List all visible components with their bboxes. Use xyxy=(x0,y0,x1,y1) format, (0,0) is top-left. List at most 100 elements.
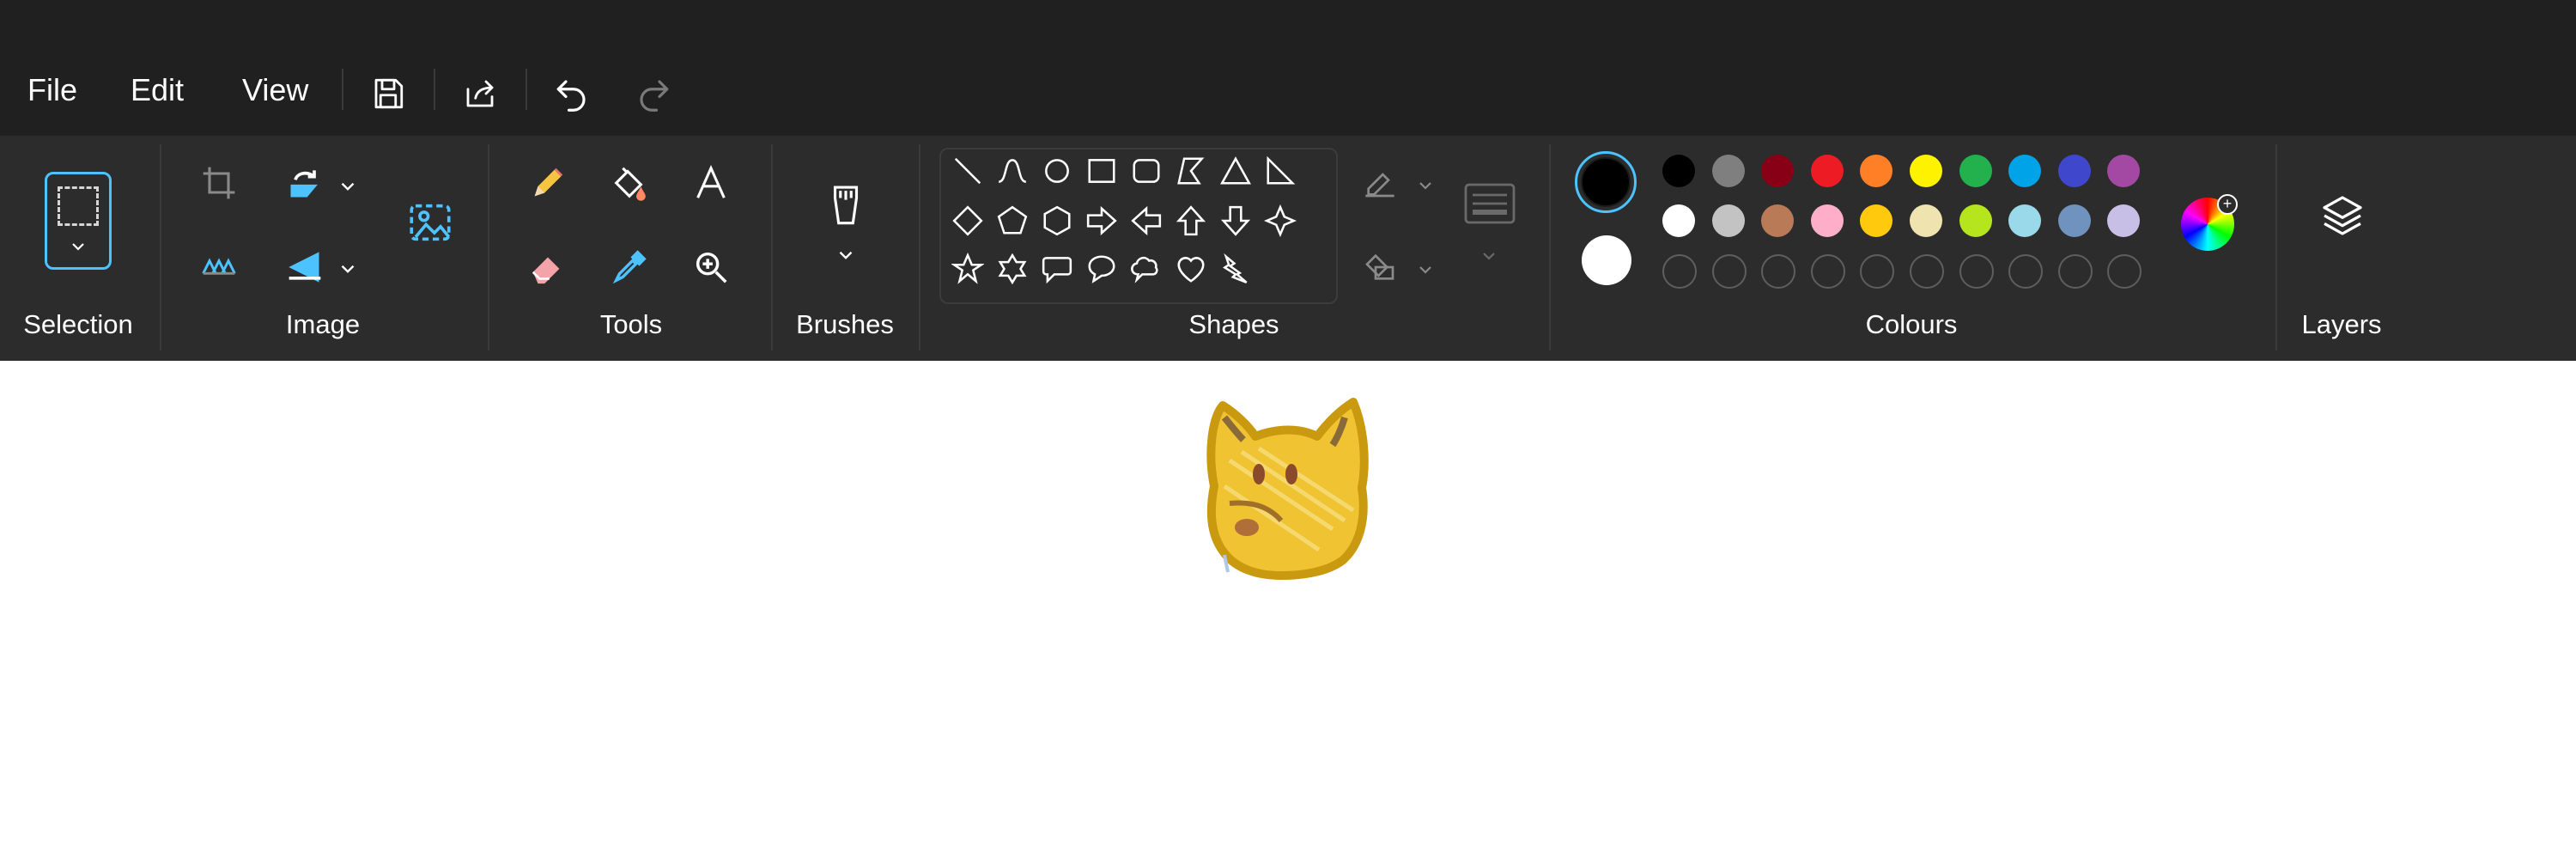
custom-colour-slot[interactable] xyxy=(1662,254,1697,289)
resize-icon[interactable] xyxy=(189,237,249,297)
up-arrow-shape-icon[interactable] xyxy=(1170,199,1212,242)
colour-swatch[interactable] xyxy=(1959,204,1992,237)
colours-group-label: Colours xyxy=(1865,309,1958,339)
rotate-icon[interactable] xyxy=(275,153,335,213)
crop-icon[interactable] xyxy=(189,153,249,213)
colour-swatch[interactable] xyxy=(1662,204,1695,237)
primary-colour-swatch xyxy=(1581,157,1631,207)
edit-menu[interactable]: Edit xyxy=(127,70,187,110)
custom-colour-slot[interactable] xyxy=(1810,254,1845,289)
colour-swatch[interactable] xyxy=(1910,204,1942,237)
colour-swatch[interactable] xyxy=(1810,155,1844,187)
menu-divider xyxy=(526,69,527,110)
custom-colour-slot[interactable] xyxy=(2008,254,2044,289)
eraser-icon[interactable] xyxy=(518,237,578,297)
colour-swatch[interactable] xyxy=(2057,204,2091,237)
colour-swatch[interactable] xyxy=(1711,155,1745,187)
colour-picker-icon[interactable] xyxy=(599,237,659,297)
custom-colour-slot[interactable] xyxy=(2057,254,2093,289)
custom-colour-slot[interactable] xyxy=(1910,254,1944,289)
chevron-down-icon[interactable] xyxy=(1415,175,1436,196)
redo-icon[interactable] xyxy=(623,64,683,124)
flip-icon[interactable] xyxy=(275,237,335,297)
chevron-down-icon[interactable] xyxy=(337,175,359,198)
tools-group-label: Tools xyxy=(599,309,663,339)
selection-group-label: Selection xyxy=(23,309,133,339)
secondary-colour-button[interactable] xyxy=(1582,235,1631,285)
custom-colour-slot[interactable] xyxy=(1761,254,1796,289)
custom-colour-slot[interactable] xyxy=(1959,254,1994,289)
fill-icon[interactable] xyxy=(1350,237,1410,297)
save-icon[interactable] xyxy=(358,64,418,124)
colour-swatch[interactable] xyxy=(1910,155,1942,187)
colour-swatch[interactable] xyxy=(1860,155,1893,187)
brush-icon[interactable] xyxy=(816,179,876,239)
colour-swatch[interactable] xyxy=(2008,155,2042,187)
colour-swatch[interactable] xyxy=(1810,204,1844,237)
custom-colour-slot[interactable] xyxy=(2107,254,2142,289)
chevron-down-icon[interactable] xyxy=(835,244,857,266)
fill-icon[interactable] xyxy=(599,153,659,213)
view-menu[interactable]: View xyxy=(239,70,312,110)
triangle-shape-icon[interactable] xyxy=(1214,149,1257,192)
five-point-star-shape-icon[interactable] xyxy=(946,247,989,290)
layers-group-label: Layers xyxy=(2301,309,2382,339)
edit-colours-button[interactable]: + xyxy=(2181,194,2238,251)
colour-swatch[interactable] xyxy=(2057,155,2091,187)
menu-divider xyxy=(342,69,343,110)
shapes-group-label: Shapes xyxy=(1188,309,1279,339)
file-menu[interactable]: File xyxy=(24,70,81,110)
line-size-icon[interactable] xyxy=(1460,174,1520,234)
share-icon[interactable] xyxy=(450,64,510,124)
colour-swatch[interactable] xyxy=(1711,204,1745,237)
undo-icon[interactable] xyxy=(542,64,602,124)
colour-swatch[interactable] xyxy=(2107,204,2141,237)
primary-colour-button[interactable] xyxy=(1575,151,1637,213)
magnifier-icon[interactable] xyxy=(681,237,741,297)
lightning-shape-icon[interactable] xyxy=(1214,247,1257,290)
text-icon[interactable] xyxy=(681,153,741,213)
colour-swatch[interactable] xyxy=(1761,204,1795,237)
down-arrow-shape-icon[interactable] xyxy=(1214,199,1257,242)
rounded-rectangular-callout-shape-icon[interactable] xyxy=(1036,247,1078,290)
title-bar: File Edit View xyxy=(0,0,2576,136)
selection-button[interactable] xyxy=(45,172,112,270)
remove-background-icon[interactable] xyxy=(400,192,460,253)
colour-swatch[interactable] xyxy=(1662,155,1695,187)
cloud-callout-shape-icon[interactable] xyxy=(1125,247,1168,290)
heart-shape-icon[interactable] xyxy=(1170,247,1212,290)
right-triangle-shape-icon[interactable] xyxy=(1259,149,1302,192)
chevron-down-icon[interactable] xyxy=(1479,246,1499,266)
colour-swatch[interactable] xyxy=(1959,155,1992,187)
menu-bar: File Edit View xyxy=(0,52,773,129)
oval-callout-shape-icon[interactable] xyxy=(1080,247,1123,290)
rectangle-shape-icon[interactable] xyxy=(1080,149,1123,192)
colour-swatch[interactable] xyxy=(2008,204,2042,237)
chevron-down-icon[interactable] xyxy=(1415,259,1436,280)
line-shape-icon[interactable] xyxy=(946,149,989,192)
shapes-gallery xyxy=(939,148,1338,304)
selection-rectangle-icon xyxy=(58,186,99,226)
colour-swatch[interactable] xyxy=(1761,155,1795,187)
chevron-down-icon[interactable] xyxy=(337,258,359,280)
right-arrow-shape-icon[interactable] xyxy=(1080,199,1123,242)
colour-swatch[interactable] xyxy=(1860,204,1893,237)
left-arrow-shape-icon[interactable] xyxy=(1125,199,1168,242)
custom-colour-slot[interactable] xyxy=(1711,254,1747,289)
six-point-star-shape-icon[interactable] xyxy=(991,247,1034,290)
drawing-canvas[interactable] xyxy=(0,361,2576,859)
curve-shape-icon[interactable] xyxy=(991,149,1034,192)
ribbon-toolbar: Selection Image Tools Brushes Shapes + C… xyxy=(0,136,2576,361)
pentagon-shape-icon[interactable] xyxy=(991,199,1034,242)
oval-shape-icon[interactable] xyxy=(1036,149,1078,192)
layers-icon[interactable] xyxy=(2312,186,2372,246)
four-point-star-shape-icon[interactable] xyxy=(1259,199,1302,242)
colour-swatch[interactable] xyxy=(2107,155,2141,187)
polygon-shape-icon[interactable] xyxy=(1170,149,1212,192)
hexagon-shape-icon[interactable] xyxy=(1036,199,1078,242)
rounded-rectangle-shape-icon[interactable] xyxy=(1125,149,1168,192)
outline-icon[interactable] xyxy=(1350,153,1410,213)
diamond-shape-icon[interactable] xyxy=(946,199,989,242)
pencil-icon[interactable] xyxy=(518,153,578,213)
custom-colour-slot[interactable] xyxy=(1860,254,1895,289)
